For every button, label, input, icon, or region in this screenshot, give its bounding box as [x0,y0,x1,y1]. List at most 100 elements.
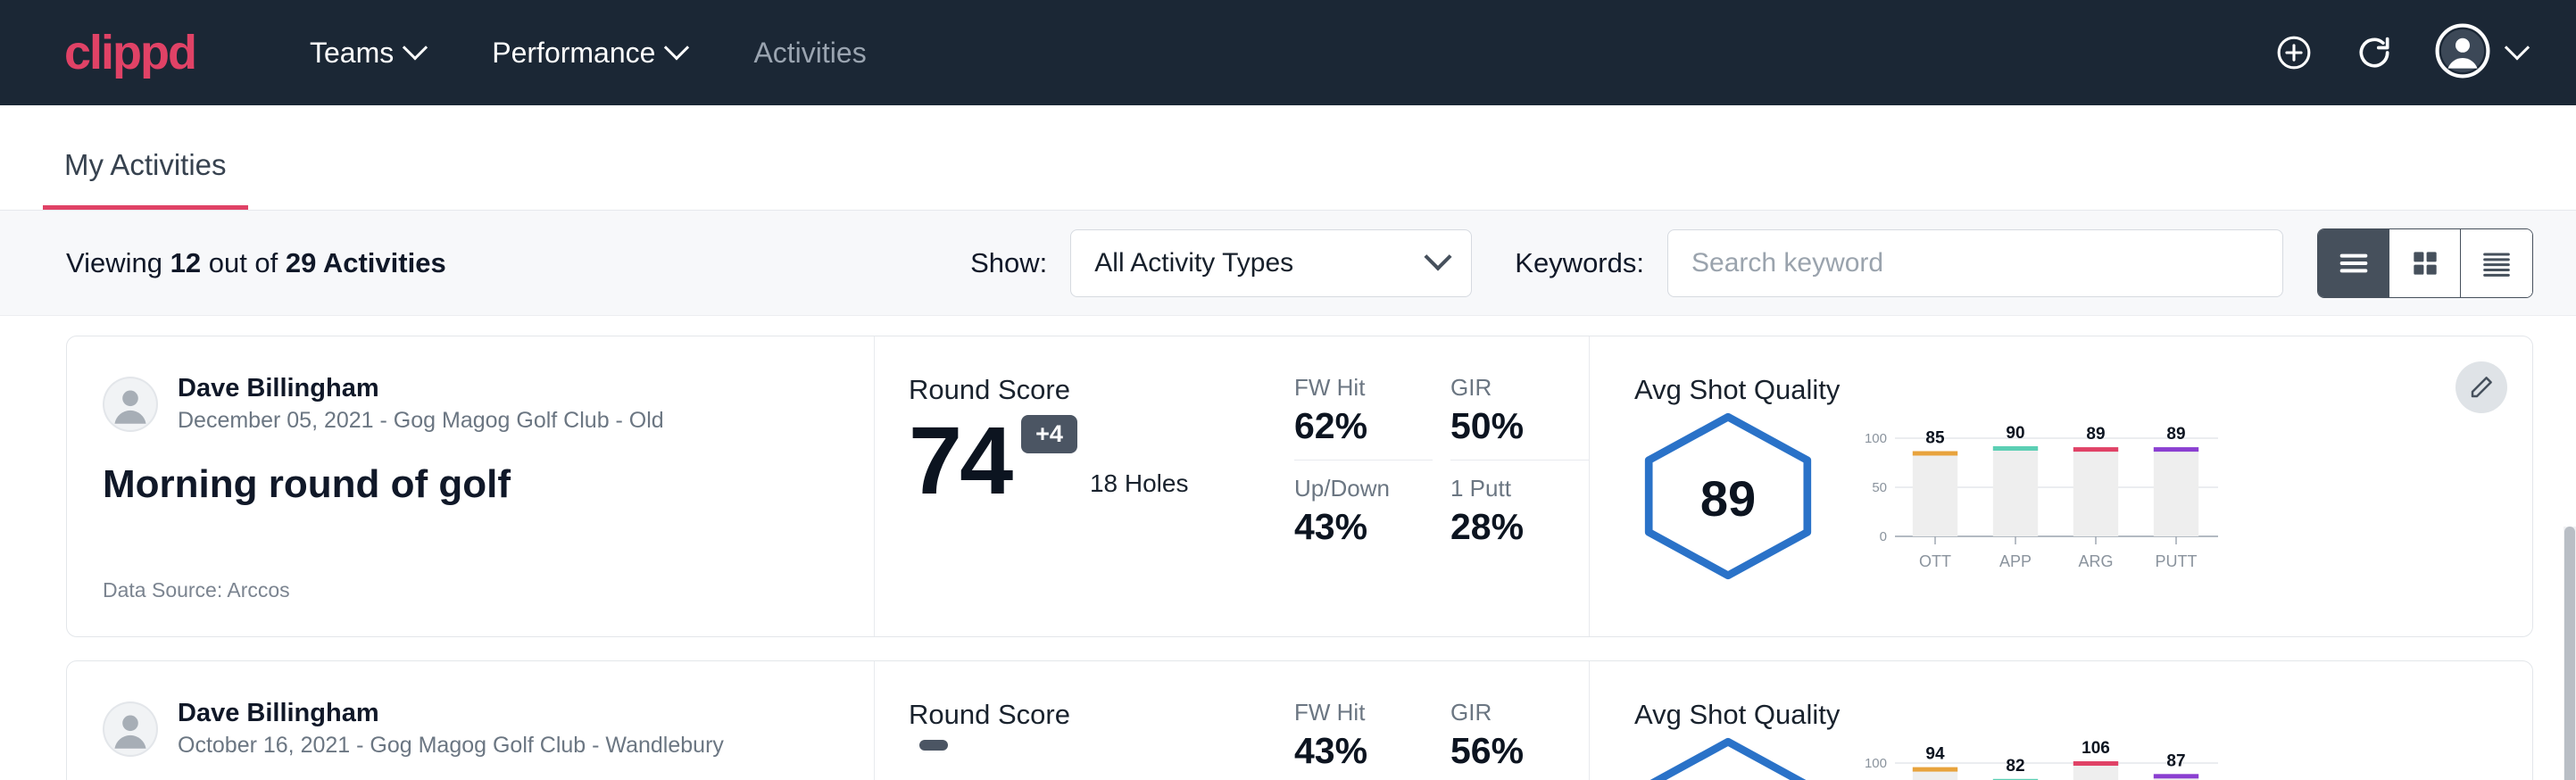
brand-logo[interactable]: clippd [64,29,195,77]
viewing-prefix: Viewing [66,247,170,278]
stat-gir: GIR 56% [1450,699,1589,780]
avg-shot-quality-label: Avg Shot Quality [1634,699,2532,731]
svg-text:ARG: ARG [2078,552,2113,570]
card-user-subtitle: December 05, 2021 - Gog Magog Golf Club … [178,408,664,434]
nav-item-label: Performance [492,37,655,70]
card-data-source: Data Source: Arccos [103,578,838,602]
stat-label: Up/Down [1294,475,1433,502]
activity-card[interactable]: Dave Billingham December 05, 2021 - Gog … [66,336,2533,637]
page-scrollbar[interactable] [2564,527,2576,780]
card-avg-shot-quality: Avg Shot Quality 89 05010085OTT90APP89AR… [1589,336,2532,636]
viewing-count-text: Viewing 12 out of 29 Activities [66,247,446,279]
show-label: Show: [970,247,1047,279]
card-round-score: Round Score 74 +4 18 Holes [875,336,1294,636]
svg-text:OTT: OTT [1919,552,1951,570]
shot-quality-bar-chart: 05010094OTT82APP106ARG87PUTT [1822,736,2532,780]
edit-icon[interactable] [2456,361,2507,413]
scrollbar-thumb[interactable] [2564,527,2575,780]
activity-card-list: Dave Billingham December 05, 2021 - Gog … [0,316,2576,780]
stat-fw-hit: FW Hit 43% [1294,699,1433,780]
avatar-icon [2435,23,2490,83]
card-round-score: Round Score [875,661,1294,780]
shot-quality-value [1634,736,1822,780]
stat-value: 50% [1450,405,1589,447]
svg-text:PUTT: PUTT [2156,552,2198,570]
search-input[interactable] [1667,229,2283,297]
score-differential-badge: +4 [1021,415,1077,453]
chevron-down-icon [403,35,428,60]
view-list-button[interactable] [2318,229,2389,297]
svg-text:0: 0 [1880,529,1887,544]
keywords-label: Keywords: [1515,247,1644,279]
card-user-name: Dave Billingham [178,699,724,728]
svg-text:APP: APP [1999,552,2032,570]
svg-text:100: 100 [1865,431,1887,446]
svg-text:85: 85 [1925,429,1945,448]
stat-label: FW Hit [1294,374,1433,402]
user-menu[interactable] [2435,23,2526,83]
svg-text:106: 106 [2082,740,2110,758]
card-user: Dave Billingham December 05, 2021 - Gog … [103,374,838,434]
main-nav: Teams Performance Activities [276,37,901,70]
avg-shot-quality-label: Avg Shot Quality [1634,374,2532,406]
card-user-name: Dave Billingham [178,374,664,403]
tab-bar: My Activities [0,105,2576,211]
shot-quality-bar-chart: 05010085OTT90APP89ARG89PUTT [1822,411,2532,580]
stat-value: 28% [1450,506,1589,548]
stat-label: GIR [1450,374,1589,402]
shot-quality-hexagon [1634,736,1822,780]
filter-controls: Show: All Activity Types Keywords: [970,228,2533,298]
chevron-down-icon [664,35,689,60]
svg-text:89: 89 [2086,425,2105,444]
stat-gir: GIR 50% [1450,374,1589,461]
svg-text:100: 100 [1865,756,1887,771]
stat-value: 43% [1294,506,1433,548]
tab-my-activities[interactable]: My Activities [43,148,248,210]
view-toggle-group [2317,228,2533,298]
activity-type-value: All Activity Types [1094,248,1293,278]
stat-value: 62% [1294,405,1433,447]
view-grid-button[interactable] [2389,229,2461,297]
shot-quality-hexagon: 89 [1634,411,1822,585]
viewing-mid: out of [201,247,286,278]
stat-label: GIR [1450,699,1589,726]
card-user-subtitle: October 16, 2021 - Gog Magog Golf Club -… [178,733,724,759]
score-differential-badge [919,740,948,751]
stat-label: 1 Putt [1450,475,1589,502]
card-info-column: Dave Billingham December 05, 2021 - Gog … [67,336,875,636]
holes-label: 18 Holes [1090,469,1189,498]
svg-text:89: 89 [2166,425,2185,444]
stat-one-putt: 1 Putt 28% [1450,475,1589,548]
add-circle-icon[interactable] [2274,33,2314,72]
nav-item-teams[interactable]: Teams [276,37,458,70]
avatar [103,377,158,432]
chevron-down-icon [2505,35,2530,60]
view-compact-button[interactable] [2461,229,2532,297]
stat-fw-hit: FW Hit 62% [1294,374,1433,461]
activity-card[interactable]: Dave Billingham October 16, 2021 - Gog M… [66,660,2533,780]
viewing-total: 29 Activities [286,247,446,278]
stat-value: 43% [1294,730,1433,772]
round-score-value: 74 [909,415,1010,507]
card-info-column: Dave Billingham October 16, 2021 - Gog M… [67,661,875,780]
nav-item-performance[interactable]: Performance [458,37,719,70]
card-title: Morning round of golf [103,462,838,507]
svg-text:94: 94 [1925,745,1945,764]
card-stats: FW Hit 43% GIR 56% [1294,661,1589,780]
refresh-icon[interactable] [2355,33,2394,72]
svg-text:50: 50 [1872,480,1887,495]
nav-item-label: Activities [753,37,866,70]
stat-value: 56% [1450,730,1589,772]
stat-up-down: Up/Down 43% [1294,475,1433,548]
shot-quality-value: 89 [1634,411,1822,585]
nav-actions [2274,23,2526,83]
nav-item-label: Teams [310,37,394,70]
svg-text:82: 82 [2006,757,2024,776]
nav-item-activities[interactable]: Activities [719,37,900,70]
chevron-down-icon [1425,243,1452,270]
card-stats: FW Hit 62% GIR 50% Up/Down 43% 1 Putt 28… [1294,336,1589,636]
stat-label: FW Hit [1294,699,1433,726]
activity-type-select[interactable]: All Activity Types [1070,229,1472,297]
viewing-count: 12 [170,247,201,278]
card-user: Dave Billingham October 16, 2021 - Gog M… [103,699,838,759]
